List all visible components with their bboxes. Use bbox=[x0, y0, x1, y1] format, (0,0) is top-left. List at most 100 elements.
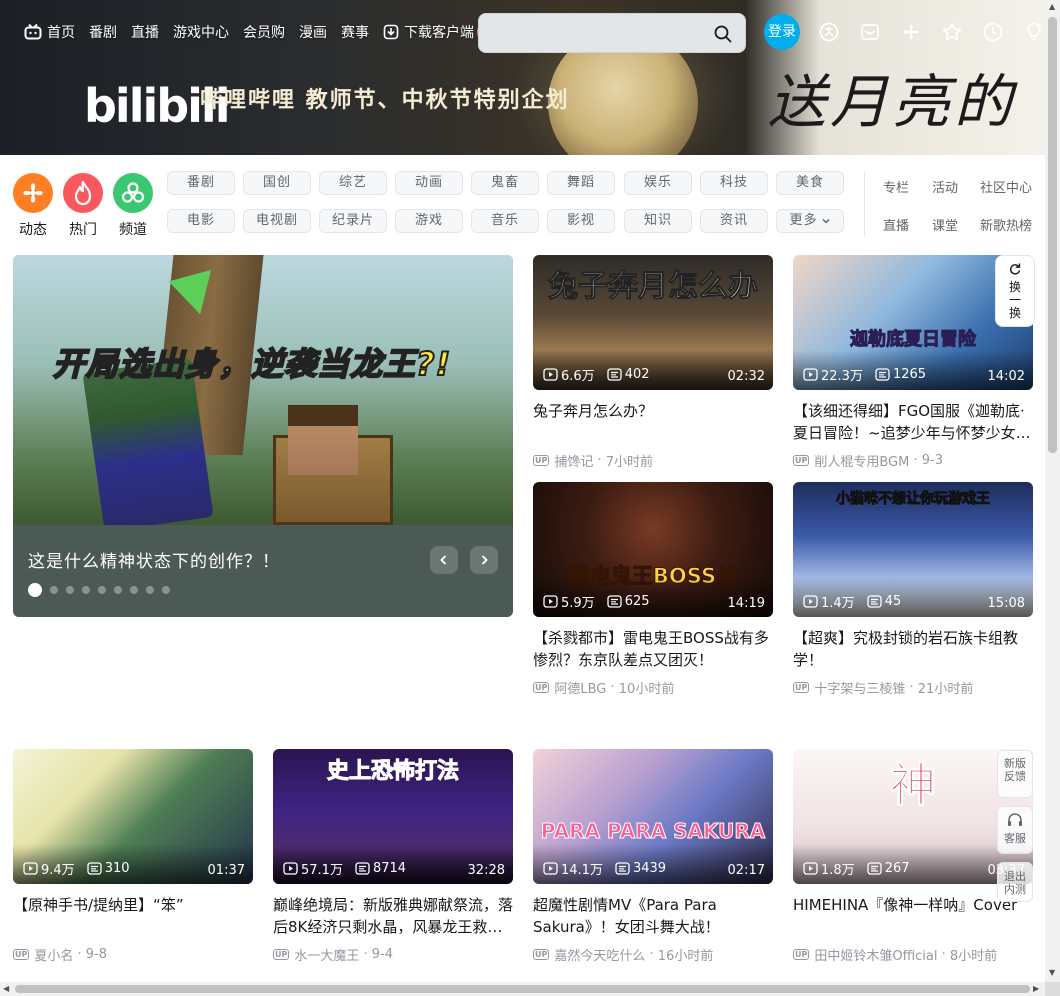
scroll-down-arrow-icon[interactable]: ▼ bbox=[1049, 968, 1055, 977]
category-tag[interactable]: 科技 bbox=[700, 171, 768, 195]
video-title[interactable]: HIMEHINA『像神一样呐』Cover bbox=[793, 894, 1033, 938]
side-link-new-songs[interactable]: 新歌热榜 bbox=[980, 215, 1032, 234]
carousel-dot[interactable] bbox=[162, 586, 170, 594]
video-title[interactable]: 【该细还得细】FGO国服《迦勒底·夏日冒险！~追梦少年与怀梦少女~》 bbox=[793, 400, 1033, 444]
carousel-caption[interactable]: 这是什么精神状态下的创作？！ bbox=[28, 547, 280, 572]
nav-game-center[interactable]: 游戏中心 bbox=[173, 22, 229, 42]
category-tag[interactable]: 游戏 bbox=[395, 209, 463, 233]
nav-esports[interactable]: 赛事 bbox=[341, 22, 369, 42]
category-tag[interactable]: 美食 bbox=[776, 171, 844, 195]
favorites-icon[interactable] bbox=[941, 21, 963, 43]
carousel-dot[interactable] bbox=[66, 586, 74, 594]
channel-hot[interactable] bbox=[63, 173, 103, 213]
nav-anime[interactable]: 番剧 bbox=[89, 22, 117, 42]
carousel-next-button[interactable] bbox=[470, 546, 498, 574]
category-tag[interactable]: 鬼畜 bbox=[471, 171, 539, 195]
carousel-dot[interactable] bbox=[114, 586, 122, 594]
video-title[interactable]: 【超爽】究极封锁的岩石族卡组教学！ bbox=[793, 627, 1033, 671]
nav-live[interactable]: 直播 bbox=[131, 22, 159, 42]
category-tag[interactable]: 动画 bbox=[395, 171, 463, 195]
nav-home[interactable]: 首页 bbox=[24, 22, 75, 42]
video-thumbnail[interactable]: 雷电鬼王BOSS战 5.9万 625 14:19 bbox=[533, 482, 773, 617]
nav-mall[interactable]: 会员购 bbox=[243, 22, 285, 42]
message-icon[interactable] bbox=[859, 21, 881, 43]
vertical-scrollbar[interactable]: ▲ ▼ bbox=[1045, 0, 1060, 982]
nav-manga[interactable]: 漫画 bbox=[299, 22, 327, 42]
play-count-icon bbox=[283, 862, 298, 875]
video-title[interactable]: 兔子奔月怎么办？ bbox=[533, 400, 773, 444]
video-card[interactable]: 小猫咪不想让你玩游戏王 1.4万 45 15:08 【超爽】究极封锁的岩石族卡组教学！ U… bbox=[793, 482, 1033, 697]
horizontal-scrollbar[interactable]: ◀ ▶ bbox=[0, 982, 1045, 996]
horizontal-scroll-thumb[interactable] bbox=[15, 985, 1030, 993]
exit-beta-button[interactable]: 退出内测 bbox=[997, 862, 1033, 902]
upload-date: 9-8 bbox=[85, 947, 108, 962]
vip-icon[interactable] bbox=[818, 21, 840, 43]
video-meta[interactable]: UP 水一大魔王 · 9-4 bbox=[273, 945, 513, 964]
category-tag[interactable]: 电视剧 bbox=[243, 209, 311, 233]
carousel-dot[interactable] bbox=[50, 586, 58, 594]
featured-carousel[interactable]: 开局选出身，逆袭当龙王?! 这是什么精神状态下的创作？！ bbox=[13, 255, 513, 617]
video-thumbnail[interactable]: 史上恐怖打法 57.1万 8714 32:28 bbox=[273, 749, 513, 884]
video-meta[interactable]: UP 削人棍专用BGM · 9-3 bbox=[793, 451, 1033, 470]
category-tag[interactable]: 纪录片 bbox=[319, 209, 387, 233]
vertical-scroll-thumb[interactable] bbox=[1048, 17, 1057, 453]
video-meta[interactable]: UP 夏小名 · 9-8 bbox=[13, 945, 253, 964]
feedback-button[interactable]: 新版反馈 bbox=[997, 750, 1033, 798]
scroll-right-arrow-icon[interactable]: ▶ bbox=[1033, 984, 1039, 993]
video-thumbnail[interactable]: 兔子奔月怎么办 6.6万 402 02:32 bbox=[533, 255, 773, 390]
carousel-dot[interactable] bbox=[130, 586, 138, 594]
video-meta[interactable]: UP 嘉然今天吃什么 · 16小时前 bbox=[533, 945, 773, 964]
video-card[interactable]: 史上恐怖打法 57.1万 8714 32:28 巅峰绝境局：新版雅典娜献祭流，落后8K经… bbox=[273, 749, 513, 964]
category-tag[interactable]: 知识 bbox=[624, 209, 692, 233]
video-meta[interactable]: UP 捕馋记 · 7小时前 bbox=[533, 451, 773, 470]
side-link-live[interactable]: 直播 bbox=[883, 215, 909, 234]
category-tag[interactable]: 影视 bbox=[547, 209, 615, 233]
scrollbar-corner bbox=[1045, 982, 1060, 996]
carousel-dot[interactable] bbox=[28, 583, 42, 597]
carousel-dot[interactable] bbox=[82, 586, 90, 594]
carousel-prev-button[interactable] bbox=[430, 546, 458, 574]
side-link-activity[interactable]: 活动 bbox=[932, 177, 958, 196]
category-tag[interactable]: 综艺 bbox=[319, 171, 387, 195]
refresh-button[interactable]: 换一换 bbox=[995, 255, 1035, 327]
side-link-column[interactable]: 专栏 bbox=[883, 177, 909, 196]
video-card[interactable]: 9.4万 310 01:37 【原神手书/提纳里】“笨” UP 夏小名 · 9-8 bbox=[13, 749, 253, 964]
category-tag[interactable]: 国创 bbox=[243, 171, 311, 195]
category-tag[interactable]: 电影 bbox=[167, 209, 235, 233]
video-meta[interactable]: UP 田中姬铃木雏Official · 8小时前 bbox=[793, 945, 1033, 964]
video-thumbnail[interactable]: 小猫咪不想让你玩游戏王 1.4万 45 15:08 bbox=[793, 482, 1033, 617]
category-tag[interactable]: 音乐 bbox=[471, 209, 539, 233]
dynamic-icon[interactable] bbox=[900, 21, 922, 43]
category-tag[interactable]: 番剧 bbox=[167, 171, 235, 195]
video-title[interactable]: 【杀戮都市】雷电鬼王BOSS战有多惨烈？东京队差点又团灭！ bbox=[533, 627, 773, 671]
side-link-community[interactable]: 社区中心 bbox=[980, 177, 1032, 196]
video-title[interactable]: 巅峰绝境局：新版雅典娜献祭流，落后8K经济只剩水晶，风暴龙王救我！ bbox=[273, 894, 513, 938]
scroll-up-arrow-icon[interactable]: ▲ bbox=[1049, 2, 1055, 11]
history-icon[interactable] bbox=[982, 21, 1004, 43]
search-input[interactable] bbox=[489, 22, 709, 46]
search-icon[interactable] bbox=[713, 24, 733, 44]
creative-icon[interactable] bbox=[1023, 21, 1045, 43]
login-button[interactable]: 登录 bbox=[764, 14, 800, 50]
carousel-dot[interactable] bbox=[98, 586, 106, 594]
video-meta[interactable]: UP 阿德LBG · 10小时前 bbox=[533, 678, 773, 697]
side-link-classroom[interactable]: 课堂 bbox=[932, 215, 958, 234]
scroll-left-arrow-icon[interactable]: ◀ bbox=[3, 984, 9, 993]
carousel-dot[interactable] bbox=[146, 586, 154, 594]
category-tag[interactable]: 娱乐 bbox=[624, 171, 692, 195]
channel-channels[interactable] bbox=[113, 173, 153, 213]
video-meta[interactable]: UP 十字架与三棱锥 · 21小时前 bbox=[793, 678, 1033, 697]
category-tag[interactable]: 舞蹈 bbox=[547, 171, 615, 195]
more-categories-button[interactable]: 更多 bbox=[776, 209, 844, 233]
video-thumbnail[interactable]: 9.4万 310 01:37 bbox=[13, 749, 253, 884]
video-thumbnail[interactable]: PARA PARA SAKURA 14.1万 3439 02:17 bbox=[533, 749, 773, 884]
video-title[interactable]: 【原神手书/提纳里】“笨” bbox=[13, 894, 253, 938]
video-card[interactable]: 兔子奔月怎么办 6.6万 402 02:32 兔子奔月怎么办？ UP 捕馋记 · 7小时前 bbox=[533, 255, 773, 470]
channel-dynamic[interactable] bbox=[13, 173, 53, 213]
nav-download-client[interactable]: 下载客户端 新 bbox=[383, 22, 493, 42]
video-card[interactable]: PARA PARA SAKURA 14.1万 3439 02:17 超魔性剧情MV《Pa… bbox=[533, 749, 773, 964]
video-title[interactable]: 超魔性剧情MV《Para Para Sakura》！女团斗舞大战！ bbox=[533, 894, 773, 938]
customer-service-button[interactable]: 客服 bbox=[997, 806, 1033, 854]
category-tag[interactable]: 资讯 bbox=[700, 209, 768, 233]
video-card[interactable]: 雷电鬼王BOSS战 5.9万 625 14:19 【杀戮都市】雷电鬼王BOSS战有多惨烈… bbox=[533, 482, 773, 697]
